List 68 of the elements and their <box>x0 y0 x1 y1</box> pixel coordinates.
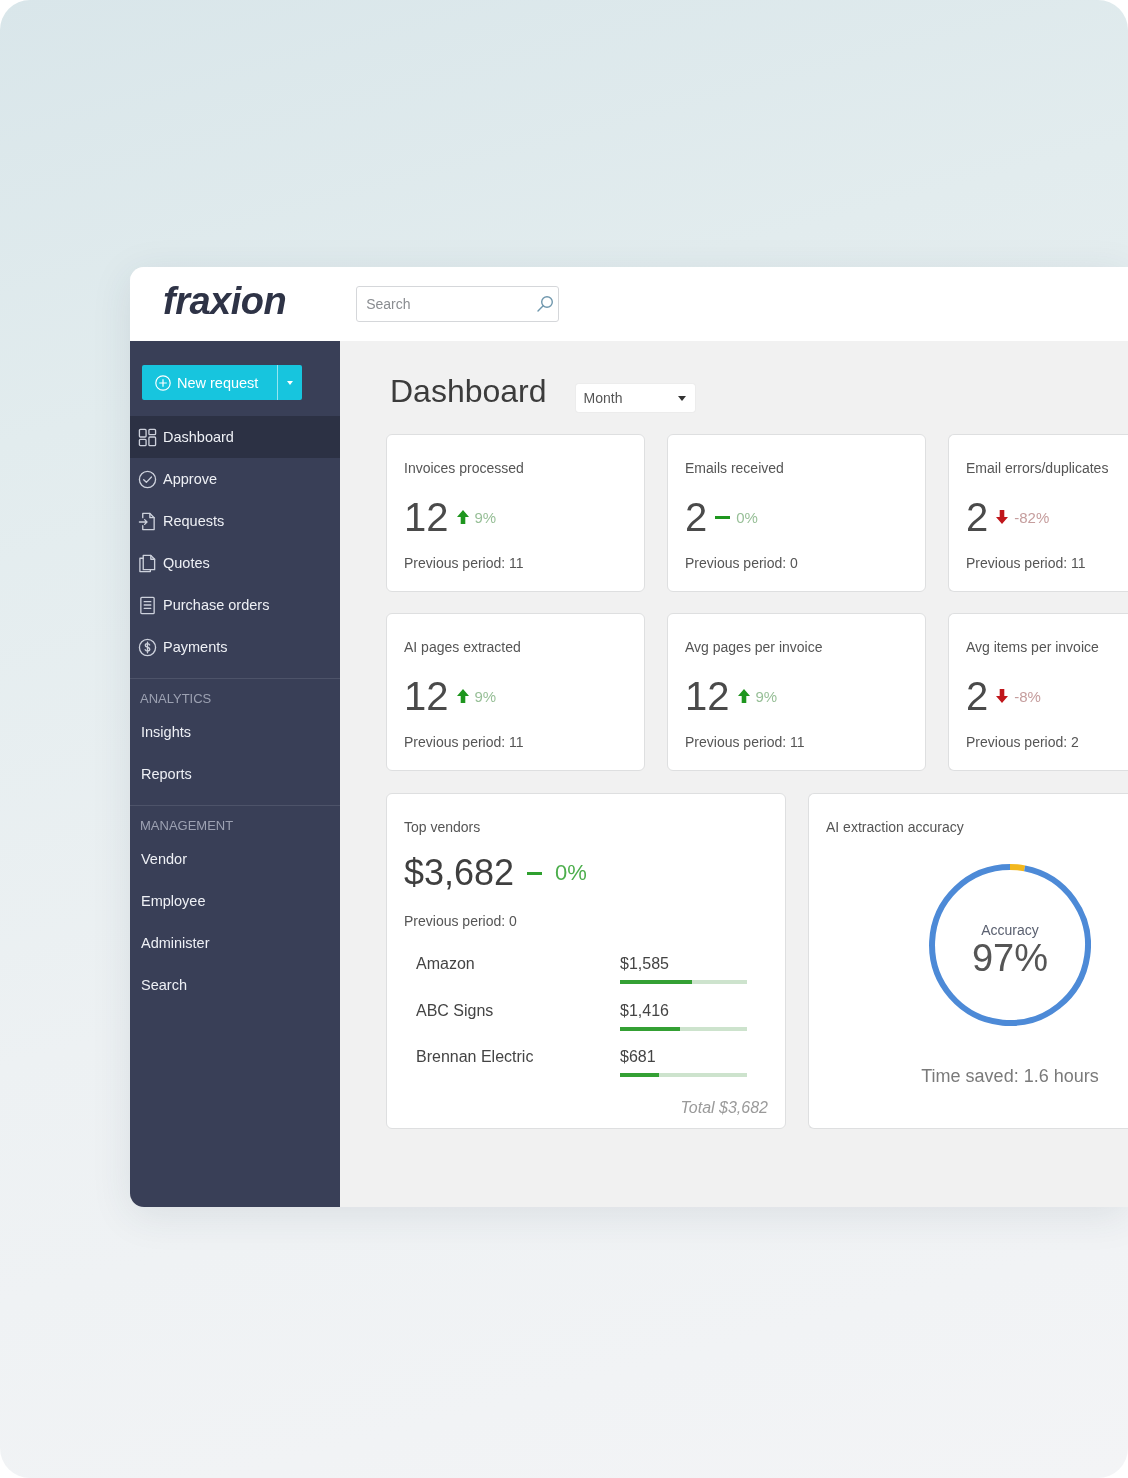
previous-period: Previous period: 11 <box>404 733 525 751</box>
nav-item[interactable]: Payments <box>130 626 340 668</box>
card-title: AI pages extracted <box>404 638 522 656</box>
total-label: Total $3,682 <box>680 1099 768 1116</box>
vendor-name: Brennan Electric <box>416 1047 534 1067</box>
caret-down-icon <box>677 395 686 401</box>
vendor-name: ABC Signs <box>416 1000 494 1021</box>
document-arrow-icon <box>138 511 157 531</box>
time-saved: Time saved: 1.6 hours <box>921 1065 1099 1087</box>
section-heading: ANALYTICS <box>139 690 213 708</box>
change-percent: -82% <box>1014 508 1050 526</box>
period-select[interactable]: Month <box>575 384 695 412</box>
nav-item[interactable]: Dashboard <box>130 416 340 458</box>
vendor-amount: $1,585 <box>620 954 670 974</box>
dollar-circle-icon <box>138 637 157 657</box>
change-percent: 9% <box>474 508 497 526</box>
nav-item[interactable]: Quotes <box>130 542 340 584</box>
stat-value: 12 <box>685 673 730 720</box>
previous-period: Previous period: 0 <box>404 912 518 930</box>
total-amount: $3,682 <box>404 851 515 895</box>
change-percent: 9% <box>474 687 497 705</box>
previous-period: Previous period: 0 <box>685 554 799 572</box>
accuracy-value: 97% <box>971 938 1049 978</box>
previous-period: Previous period: 11 <box>404 554 525 572</box>
previous-period: Previous period: 11 <box>685 733 806 751</box>
nav-item[interactable]: Administer <box>130 922 340 964</box>
gauge-label: Accuracy <box>981 922 1039 938</box>
change-percent: 0% <box>736 508 758 526</box>
card-title: Avg items per invoice <box>966 638 1100 656</box>
stat-value: 12 <box>404 673 449 720</box>
section-heading: MANAGEMENT <box>139 817 235 835</box>
nav-item[interactable]: Vendor <box>130 838 340 880</box>
stat-value: 2 <box>966 673 989 720</box>
nav-item[interactable]: Purchase orders <box>130 584 340 626</box>
documents-icon <box>138 553 157 573</box>
card-title: AI extraction accuracy <box>826 818 965 836</box>
previous-period: Previous period: 11 <box>966 554 1087 572</box>
error-arc <box>1009 864 1026 872</box>
card-title: Top vendors <box>404 818 482 836</box>
card-title: Avg pages per invoice <box>685 638 824 656</box>
search-icon[interactable] <box>536 295 555 313</box>
vendor-amount: $681 <box>620 1047 657 1067</box>
change-percent: 9% <box>755 687 778 705</box>
nav-item[interactable]: Approve <box>130 458 340 500</box>
list-document-icon <box>138 595 157 615</box>
nav-item[interactable]: Employee <box>130 880 340 922</box>
page-title: Dashboard <box>390 372 547 411</box>
stat-value: 2 <box>966 494 989 541</box>
vendor-amount: $1,416 <box>620 1000 670 1021</box>
nav-item[interactable]: Requests <box>130 500 340 542</box>
stat-value: 2 <box>685 494 708 541</box>
previous-period: Previous period: 2 <box>966 733 1080 751</box>
nav-item[interactable]: Insights <box>130 711 340 753</box>
grid-icon <box>138 427 157 447</box>
check-circle-icon <box>138 469 157 489</box>
stat-value: 12 <box>404 494 449 541</box>
vendor-name: Amazon <box>416 954 475 974</box>
nav-item[interactable]: Search <box>130 964 340 1006</box>
brand-logo: fraxion <box>163 282 287 320</box>
change-percent: 0% <box>555 860 587 886</box>
search-field[interactable]: Search <box>356 286 560 322</box>
card-title: Invoices processed <box>404 459 525 477</box>
caret-down-icon <box>287 380 293 385</box>
card-title: Email errors/duplicates <box>966 459 1110 477</box>
card-title: Emails received <box>685 459 785 477</box>
nav-item[interactable]: Reports <box>130 753 340 795</box>
plus-circle-icon <box>155 374 171 391</box>
change-percent: -8% <box>1014 687 1041 705</box>
